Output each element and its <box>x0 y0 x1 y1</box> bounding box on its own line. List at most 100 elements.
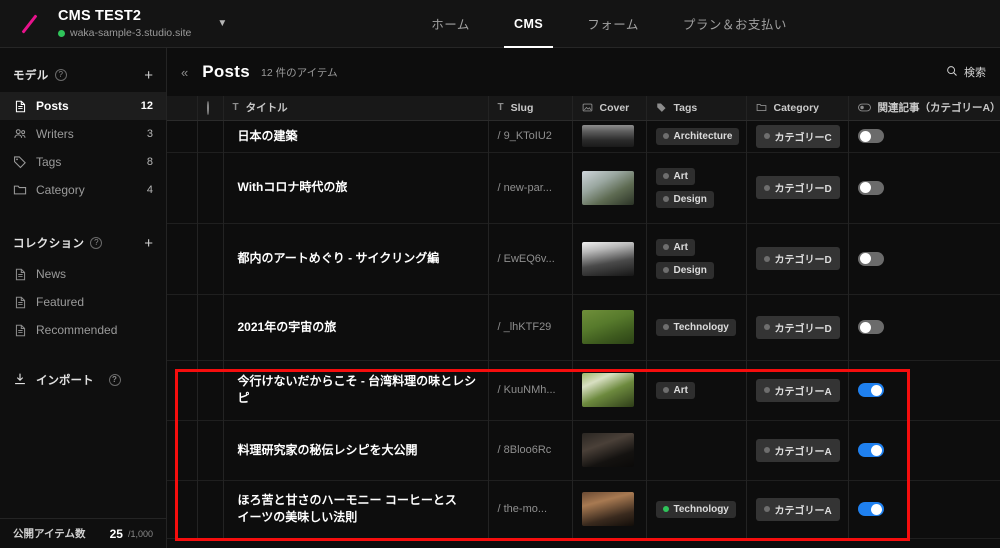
add-model-button[interactable]: + <box>144 68 153 83</box>
related-toggle[interactable] <box>857 502 884 516</box>
row-tags-cell: Technology <box>646 480 747 538</box>
row-cover-cell[interactable] <box>572 420 647 480</box>
sidebar-item-news[interactable]: News <box>0 260 166 288</box>
sidebar-item-category[interactable]: Category 4 <box>0 176 166 204</box>
tab-plan-billing[interactable]: プラン＆お支払い <box>661 0 809 48</box>
add-collection-button[interactable]: + <box>144 236 153 251</box>
search-button[interactable]: 検索 <box>946 64 986 80</box>
table-row[interactable]: Withコロナ時代の旅 / new-par... Art Design カテゴリ… <box>167 152 1000 223</box>
row-related-cell[interactable] <box>848 420 1000 480</box>
row-slug-cell: / 9_KToIU2 <box>488 120 573 152</box>
category-chip: カテゴリーD <box>755 176 840 199</box>
category-chip: カテゴリーC <box>755 124 840 148</box>
table-row[interactable]: 2021年の宇宙の旅 / _lhKTF29 Technology カテゴリーD <box>167 294 1000 360</box>
row-checkbox-cell[interactable] <box>167 294 198 360</box>
row-slug-cell: / EwEQ6v... <box>488 223 573 294</box>
sidebar-item-label: Tags <box>36 155 62 169</box>
double-chevron-left-icon[interactable]: « <box>181 65 188 80</box>
row-title-cell[interactable]: 今行けないだからこそ - 台湾料理の味とレシピ <box>223 360 489 420</box>
sidebar-item-recommended[interactable]: Recommended <box>0 316 166 344</box>
question-mark-icon[interactable]: ? <box>54 69 67 81</box>
row-cover-cell[interactable] <box>572 223 647 294</box>
row-checkbox-cell[interactable] <box>167 360 198 420</box>
tag-chip: Design <box>655 190 714 208</box>
row-related-cell[interactable] <box>848 152 1000 223</box>
tab-home[interactable]: ホーム <box>409 0 492 48</box>
column-header-related[interactable]: 関連記事（カテゴリーA） <box>848 96 1000 121</box>
row-category-cell: カテゴリーC <box>746 120 849 152</box>
row-checkbox-cell[interactable] <box>167 152 198 223</box>
sidebar-item-label: Recommended <box>36 323 118 337</box>
row-related-cell[interactable] <box>848 294 1000 360</box>
column-header-checkbox[interactable] <box>167 96 198 121</box>
row-related-cell[interactable] <box>848 360 1000 420</box>
related-toggle[interactable] <box>857 383 884 397</box>
import-button[interactable]: インポート ? <box>0 366 166 394</box>
related-toggle[interactable] <box>857 180 884 195</box>
sidebar-item-posts[interactable]: Posts 12 <box>0 92 166 120</box>
tab-form[interactable]: フォーム <box>565 0 661 48</box>
row-related-cell[interactable] <box>848 223 1000 294</box>
related-toggle[interactable] <box>857 443 884 457</box>
category-label: カテゴリーA <box>774 386 832 398</box>
row-status-cell <box>197 223 224 294</box>
row-checkbox-cell[interactable] <box>167 223 198 294</box>
row-cover-cell[interactable] <box>572 480 647 538</box>
sidebar-item-label: Posts <box>36 99 69 113</box>
sidebar-item-writers[interactable]: Writers 3 <box>0 120 166 148</box>
published-items-value: 25 <box>109 526 123 541</box>
category-chip: カテゴリーA <box>755 378 840 402</box>
category-label: カテゴリーD <box>774 323 832 335</box>
top-bar: CMS TEST2 waka-sample-3.studio.site ▼ ホー… <box>0 0 1000 48</box>
sidebar-item-tags[interactable]: Tags 8 <box>0 148 166 176</box>
row-title-cell[interactable]: 都内のアートめぐり - サイクリング編 <box>223 223 489 294</box>
main-panel: « Posts 12 件のアイテム 検索 T タイトル T Slug Cover… <box>167 48 1000 548</box>
row-checkbox-cell[interactable] <box>167 120 198 152</box>
table-row[interactable]: 都内のアートめぐり - サイクリング編 / EwEQ6v... Art Desi… <box>167 223 1000 294</box>
site-title: CMS TEST2 <box>58 8 142 24</box>
row-cover-cell[interactable] <box>572 360 647 420</box>
row-category-cell: カテゴリーA <box>746 480 849 538</box>
row-title-cell[interactable]: ほろ苦と甘さのハーモニー コーヒーとスイーツの美味しい法則 <box>223 480 489 538</box>
related-toggle[interactable] <box>857 129 884 143</box>
column-header-tags[interactable]: Tags <box>646 96 747 121</box>
table-row[interactable]: 日本の建築 / 9_KToIU2 Architecture カテゴリーC <box>167 120 1000 152</box>
site-switcher[interactable]: CMS TEST2 waka-sample-3.studio.site <box>58 0 191 48</box>
sidebar-item-featured[interactable]: Featured <box>0 288 166 316</box>
question-mark-icon[interactable]: ? <box>108 374 121 386</box>
row-title-cell[interactable]: 2021年の宇宙の旅 <box>223 294 489 360</box>
column-header-slug[interactable]: T Slug <box>488 96 573 121</box>
question-mark-icon[interactable]: ? <box>90 237 103 249</box>
row-related-cell[interactable] <box>848 120 1000 152</box>
category-label: カテゴリーD <box>774 255 832 266</box>
related-toggle[interactable] <box>857 251 884 266</box>
row-cover-cell[interactable] <box>572 120 647 152</box>
column-header-cover[interactable]: Cover <box>572 96 647 121</box>
category-dot-icon <box>763 324 770 330</box>
row-checkbox-cell[interactable] <box>167 420 198 480</box>
row-title-cell[interactable]: Withコロナ時代の旅 <box>223 152 489 223</box>
brand-logo[interactable] <box>0 0 58 48</box>
column-header-slug-label: Slug <box>510 101 534 114</box>
row-title-cell[interactable]: 日本の建築 <box>223 120 489 152</box>
row-checkbox-cell[interactable] <box>167 480 198 538</box>
chevron-down-icon[interactable]: ▼ <box>217 18 227 29</box>
table-row[interactable]: ほろ苦と甘さのハーモニー コーヒーとスイーツの美味しい法則 / the-mo..… <box>167 480 1000 538</box>
row-cover-cell[interactable] <box>572 294 647 360</box>
table-row[interactable]: 料理研究家の秘伝レシピを大公開 / 8Bloo6Rc カテゴリーA <box>167 420 1000 480</box>
column-header-status[interactable] <box>197 96 224 121</box>
column-header-category[interactable]: Category <box>746 96 849 121</box>
tag-dot-icon <box>662 506 669 512</box>
row-cover-cell[interactable] <box>572 152 647 223</box>
row-title-cell[interactable]: 料理研究家の秘伝レシピを大公開 <box>223 420 489 480</box>
row-slug-cell: / KuuNMh... <box>488 360 573 420</box>
column-header-title[interactable]: T タイトル <box>223 96 489 121</box>
related-toggle[interactable] <box>857 320 884 334</box>
category-dot-icon <box>763 506 770 512</box>
toggle-knob <box>859 253 871 264</box>
row-related-cell[interactable] <box>848 480 1000 538</box>
row-category-cell: カテゴリーD <box>746 294 849 360</box>
tab-cms[interactable]: CMS <box>492 0 565 48</box>
tag-icon <box>656 102 667 113</box>
table-row[interactable]: 今行けないだからこそ - 台湾料理の味とレシピ / KuuNMh... Art <box>167 360 1000 420</box>
